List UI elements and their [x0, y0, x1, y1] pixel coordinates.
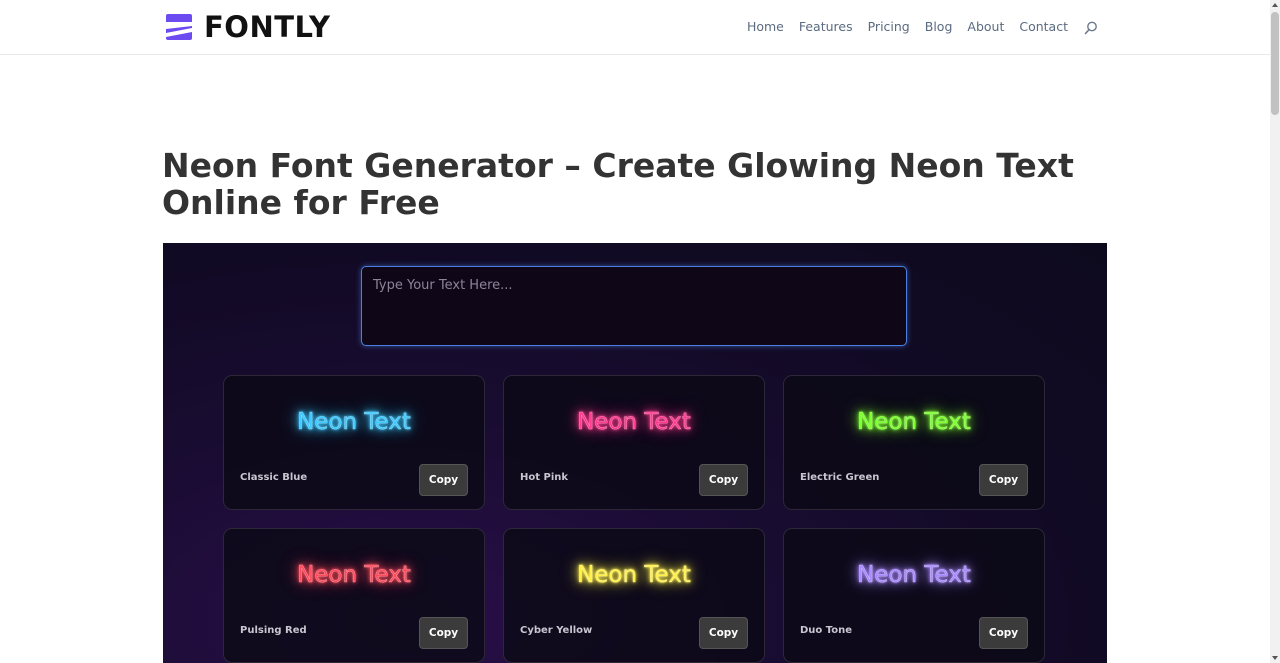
- text-input[interactable]: [361, 266, 907, 346]
- copy-button[interactable]: Copy: [699, 617, 748, 649]
- nav-home[interactable]: Home: [747, 19, 784, 35]
- main-nav: Home Features Pricing Blog About Contact: [732, 19, 1098, 35]
- fontly-logo-icon: [166, 14, 192, 40]
- copy-button[interactable]: Copy: [419, 617, 468, 649]
- neon-preview: Neon Text: [577, 562, 691, 588]
- style-name: Cyber Yellow: [520, 625, 593, 636]
- scroll-up-arrow-icon[interactable]: [1270, 0, 1280, 10]
- nav-about[interactable]: About: [967, 19, 1004, 35]
- style-card-pulsing-red: Neon Text Pulsing Red Copy: [223, 528, 485, 663]
- style-name: Pulsing Red: [240, 625, 307, 636]
- copy-button[interactable]: Copy: [419, 464, 468, 496]
- nav-pricing[interactable]: Pricing: [868, 19, 910, 35]
- page-scrollbar[interactable]: [1270, 0, 1280, 663]
- copy-button[interactable]: Copy: [699, 464, 748, 496]
- style-card-cyber-yellow: Neon Text Cyber Yellow Copy: [503, 528, 765, 663]
- neon-preview: Neon Text: [577, 409, 691, 435]
- site-header: FONTLY Home Features Pricing Blog About …: [0, 0, 1270, 55]
- style-card-electric-green: Neon Text Electric Green Copy: [783, 375, 1045, 510]
- neon-preview: Neon Text: [297, 562, 411, 588]
- style-card-hot-pink: Neon Text Hot Pink Copy: [503, 375, 765, 510]
- nav-blog[interactable]: Blog: [925, 19, 953, 35]
- neon-preview: Neon Text: [297, 409, 411, 435]
- neon-preview: Neon Text: [857, 562, 971, 588]
- nav-features[interactable]: Features: [799, 19, 853, 35]
- style-name: Electric Green: [800, 472, 880, 483]
- copy-button[interactable]: Copy: [979, 464, 1028, 496]
- style-name: Classic Blue: [240, 472, 308, 483]
- logo[interactable]: FONTLY: [166, 10, 331, 44]
- copy-button[interactable]: Copy: [979, 617, 1028, 649]
- style-name: Duo Tone: [800, 625, 853, 636]
- brand-name: FONTLY: [204, 10, 331, 44]
- style-card-duo-tone: Neon Text Duo Tone Copy: [783, 528, 1045, 663]
- style-card-classic-blue: Neon Text Classic Blue Copy: [223, 375, 485, 510]
- nav-contact[interactable]: Contact: [1019, 19, 1068, 35]
- neon-preview: Neon Text: [857, 409, 971, 435]
- search-icon[interactable]: [1084, 21, 1098, 35]
- neon-generator-panel: Neon Text Classic Blue Copy Neon Text Ho…: [163, 243, 1107, 663]
- page-title: Neon Font Generator – Create Glowing Neo…: [162, 146, 1074, 222]
- style-name: Hot Pink: [520, 472, 569, 483]
- scroll-thumb[interactable]: [1271, 12, 1279, 115]
- scroll-down-arrow-icon[interactable]: [1270, 653, 1280, 663]
